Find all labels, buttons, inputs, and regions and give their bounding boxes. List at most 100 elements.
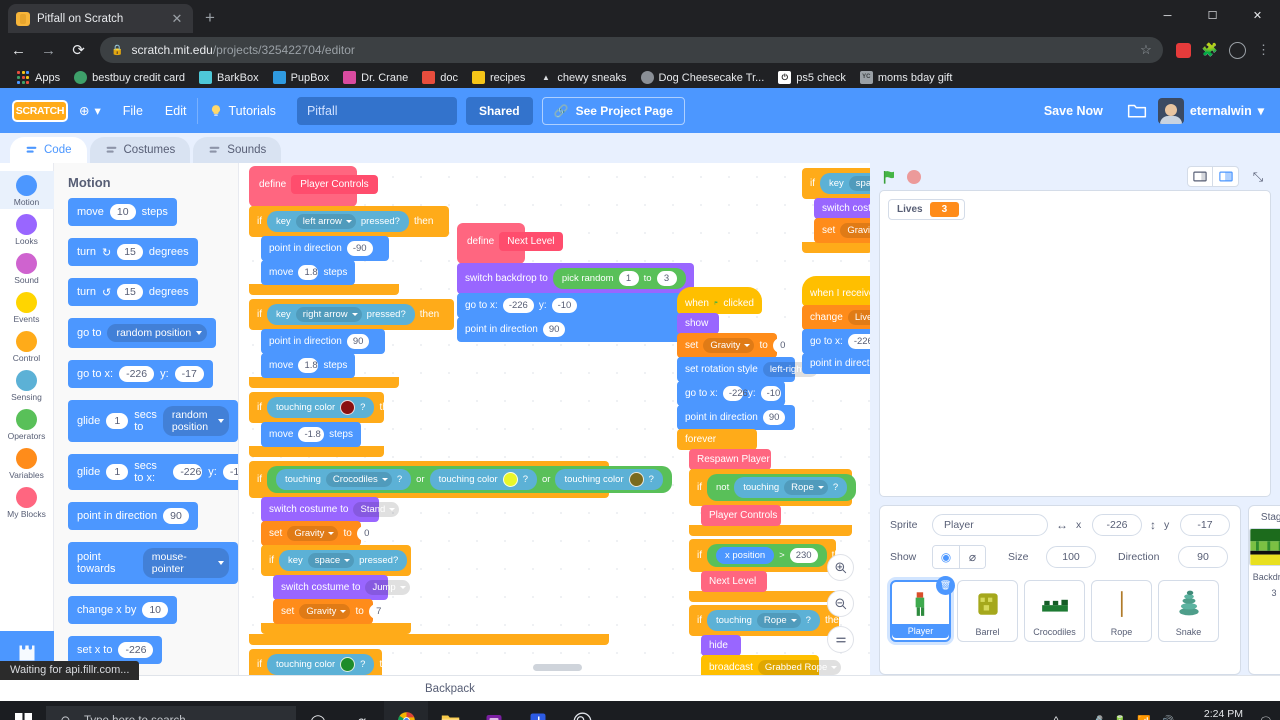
reload-icon[interactable]: ⟳ xyxy=(70,41,87,59)
key-dropdown[interactable]: left arrow xyxy=(295,214,356,229)
code-workspace[interactable]: define Player Controls if key left arrow… xyxy=(239,163,870,675)
large-stage-button[interactable] xyxy=(1213,166,1239,187)
stage-canvas[interactable]: Lives 3 xyxy=(879,190,1271,497)
steps-value[interactable]: -1.8 xyxy=(298,427,325,442)
touching-color-boolean[interactable]: touching color ? xyxy=(267,397,375,418)
switch-backdrop-random[interactable]: switch backdrop to pick random 1 to 3 xyxy=(457,263,694,294)
direction-input[interactable]: 90 xyxy=(762,410,786,425)
file-menu[interactable]: File xyxy=(112,88,154,133)
stage-selector[interactable]: Stage Backdrops 3 xyxy=(1248,505,1280,675)
dropdown[interactable]: mouse-pointer xyxy=(142,548,229,578)
x-input[interactable]: -226 xyxy=(502,298,534,313)
number-input[interactable]: -17 xyxy=(222,464,238,480)
direction-input[interactable]: 90 xyxy=(542,322,566,337)
category-control[interactable]: Control xyxy=(0,327,54,365)
sprite-item-barrel[interactable]: Barrel xyxy=(957,580,1018,642)
bookmark-moms-bday-gift[interactable]: YC moms bday gift xyxy=(853,69,960,86)
set-gravity-seven[interactable]: set Gravity to 7 xyxy=(273,599,389,624)
y-input[interactable]: -10 xyxy=(760,386,781,401)
palette-block-set-x[interactable]: set x to -226 xyxy=(68,636,163,664)
switch-costume-stand[interactable]: switch costume to Stand xyxy=(261,497,400,522)
category-motion[interactable]: Motion xyxy=(0,171,54,209)
bookmark-recipes[interactable]: recipes xyxy=(465,69,532,86)
player-controls-call[interactable]: Player Controls xyxy=(701,505,781,526)
app-purple-icon[interactable] xyxy=(472,701,516,720)
tab-costumes[interactable]: Costumes xyxy=(89,137,191,163)
chrome-taskbar-icon[interactable] xyxy=(384,701,428,720)
switch-costume-jump[interactable]: switch costume to Jump xyxy=(273,575,410,600)
category-operators[interactable]: Operators xyxy=(0,405,54,443)
when-flag-clicked-hat[interactable]: when clicked xyxy=(677,287,762,314)
palette-block-gotoxy[interactable]: go to x: -226 y: -17 xyxy=(68,360,213,388)
show-off-button[interactable]: ⌀ xyxy=(959,546,985,568)
costume-dropdown[interactable]: Stand xyxy=(353,502,400,517)
bookmark-bestbuy-credit-card[interactable]: bestbuy credit card xyxy=(67,69,192,86)
scratch-logo[interactable]: SCRATCH xyxy=(12,99,68,122)
backpack-bar[interactable]: Backpack xyxy=(0,675,1280,701)
go-to-xy-partial[interactable]: go to x: -226 xyxy=(802,329,870,354)
x-input[interactable]: -226 xyxy=(847,334,870,349)
hide-block[interactable]: hide xyxy=(701,635,741,656)
maximize-icon[interactable]: ☐ xyxy=(1190,0,1235,31)
sprite-name-input[interactable]: Player xyxy=(932,514,1048,536)
close-icon[interactable]: ✕ xyxy=(169,11,185,27)
green-flag-icon[interactable] xyxy=(882,169,898,185)
key-dropdown[interactable]: right arrow xyxy=(295,307,362,322)
palette-block-goto[interactable]: go to random position xyxy=(68,318,217,348)
sprite-dropdown[interactable]: Crocodiles xyxy=(325,472,392,487)
number-input[interactable]: -17 xyxy=(174,366,204,382)
change-lives[interactable]: change Lives xyxy=(802,305,870,330)
tab-sounds[interactable]: Sounds xyxy=(193,137,282,163)
variable-dropdown[interactable]: Lives xyxy=(847,310,870,325)
touching-color-boolean[interactable]: touching color ? xyxy=(555,469,663,490)
steps-value[interactable]: 1.8 xyxy=(298,265,319,280)
palette-block-move[interactable]: move 10 steps xyxy=(68,198,177,226)
if-touching-green[interactable]: if touching color ? then xyxy=(249,649,399,675)
number-input[interactable]: 1 xyxy=(106,413,129,429)
volume-icon[interactable]: 🔊 xyxy=(1161,715,1175,720)
touching-sprite-boolean[interactable]: touching Rope ? xyxy=(734,477,848,498)
window-close-icon[interactable]: ✕ xyxy=(1235,0,1280,31)
when-i-receive-hat[interactable]: when I receive R xyxy=(802,276,870,306)
if-left-arrow[interactable]: if key left arrow pressed? then xyxy=(249,206,449,237)
number-input[interactable]: -226 xyxy=(173,464,203,480)
if-space-partial[interactable]: if key space xyxy=(802,168,870,199)
forward-icon[interactable]: → xyxy=(40,42,57,59)
if-x-position-greater[interactable]: if x position > 230 then xyxy=(689,539,851,572)
y-input[interactable]: -17 xyxy=(1180,514,1230,536)
delete-sprite-icon[interactable]: 🗑 xyxy=(936,576,955,595)
sprite-dropdown[interactable]: Rope xyxy=(756,613,801,628)
value-input[interactable]: 0 xyxy=(772,338,793,353)
move-steps-back[interactable]: move -1.8 steps xyxy=(261,422,361,447)
value-input[interactable]: 0 xyxy=(356,526,377,541)
taskbar-search[interactable]: Type here to search xyxy=(46,706,296,720)
random-to[interactable]: 3 xyxy=(656,271,677,286)
script-top-right-partial[interactable]: if key space switch costume to set Gravi… xyxy=(802,168,870,253)
block-palette[interactable]: Motion move 10 steps turn ↻ 15 degrees turn ↺ 15 d… xyxy=(54,163,239,675)
obs-icon[interactable] xyxy=(560,701,604,720)
zoom-in-button[interactable] xyxy=(827,554,854,581)
move-steps-right[interactable]: move 1.8 steps xyxy=(261,353,355,378)
task-view-icon[interactable]: ⍺ xyxy=(340,701,384,720)
greater-than-operator[interactable]: x position > 230 xyxy=(707,544,827,567)
action-center-icon[interactable]: 🗨 xyxy=(1259,715,1273,720)
touching-color-boolean[interactable]: touching color ? xyxy=(267,654,375,675)
bookmark-pupbox[interactable]: PupBox xyxy=(266,69,337,86)
random-from[interactable]: 1 xyxy=(618,271,639,286)
define-hat-next-level[interactable]: define Next Level xyxy=(457,223,563,264)
go-to-xy[interactable]: go to x: -226 y: -10 xyxy=(457,293,694,318)
variable-monitor-lives[interactable]: Lives 3 xyxy=(888,199,966,220)
app-blue-icon[interactable] xyxy=(516,701,560,720)
touching-sprite-boolean[interactable]: touching Rope ? xyxy=(707,610,820,631)
point-in-direction-partial[interactable]: point in direction xyxy=(802,353,870,374)
microphone-icon[interactable]: 🎤 xyxy=(1090,715,1104,720)
number-input[interactable]: 1 xyxy=(106,464,129,480)
browser-tab[interactable]: Pitfall on Scratch ✕ xyxy=(8,4,193,33)
direction-value[interactable]: -90 xyxy=(346,241,373,256)
bookmark-doc[interactable]: doc xyxy=(415,69,465,86)
onedrive-icon[interactable]: ☁ xyxy=(1069,715,1080,720)
next-level-call[interactable]: Next Level xyxy=(701,571,767,592)
broadcast-grabbed-rope[interactable]: broadcast Grabbed Rope xyxy=(701,655,842,675)
if-not-touching-rope[interactable]: if not touching Rope ? then xyxy=(689,469,870,506)
or-boolean[interactable]: touching Crocodiles ? or touching color … xyxy=(267,466,672,493)
